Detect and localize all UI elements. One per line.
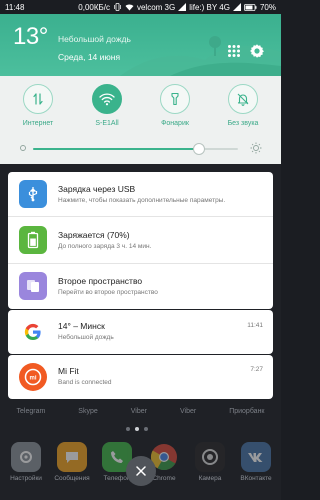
page-dot <box>144 427 148 431</box>
notification-charging-text: До полного заряда 3 ч. 14 мин. <box>58 243 152 250</box>
toggle-grid-button[interactable] <box>227 44 241 58</box>
notification-mi-fit-time: 7:27 <box>250 366 263 373</box>
dock-label-vk: ВКонтакте <box>240 475 272 482</box>
brightness-slider-thumb[interactable] <box>193 143 206 155</box>
wifi-icon <box>99 93 115 106</box>
signal-1-icon <box>178 3 187 11</box>
notification-second-space-text: Перейти во второе пространство <box>58 289 158 296</box>
google-icon <box>19 318 47 346</box>
tile-silent[interactable]: Без звука <box>213 84 273 134</box>
tile-wifi[interactable]: S-E1All <box>77 84 137 134</box>
weather-description: Небольшой дождь <box>58 34 131 44</box>
notification-google-weather-time: 11:41 <box>247 322 263 329</box>
usb-icon <box>19 180 47 208</box>
quick-settings-panel: Интернет S-E1All Фонарик Без звука <box>0 76 281 164</box>
page-indicator <box>126 427 148 431</box>
app-label-viber[interactable]: Viber <box>131 408 147 420</box>
quick-tiles: Интернет S-E1All Фонарик Без звука <box>0 84 281 134</box>
tile-wifi-button[interactable] <box>92 84 122 114</box>
weather-temperature: 13° <box>13 23 48 50</box>
page-dot <box>126 427 130 431</box>
tile-flashlight-button[interactable] <box>160 84 190 114</box>
svg-text:mi: mi <box>29 376 36 382</box>
notification-second-space[interactable]: Второе пространство Перейти во второе пр… <box>8 264 273 309</box>
app-label-telegram[interactable]: Telegram <box>17 408 46 420</box>
dock-app-messages[interactable]: Сообщения <box>54 442 90 492</box>
app-label-priorbank[interactable]: Приорбанк <box>229 408 264 420</box>
notification-usb-text: Нажмите, чтобы показать дополнительные п… <box>58 197 226 204</box>
signal-2-icon <box>232 3 241 11</box>
gear-icon <box>250 44 264 58</box>
home-row-labels: Telegram Skype Viber Viber Приорбанк <box>0 408 281 420</box>
tile-flashlight-label: Фонарик <box>161 120 189 127</box>
dock-label-settings: Настройки <box>10 475 42 482</box>
brightness-high-icon <box>250 142 262 154</box>
dock-app-settings[interactable]: Настройки <box>8 442 44 492</box>
bell-mute-icon <box>237 93 249 106</box>
vk-icon <box>241 442 271 472</box>
notification-second-space-title: Второе пространство <box>58 276 143 286</box>
carrier-2: life:) BY 4G <box>189 2 230 12</box>
grid-icon <box>228 45 240 57</box>
status-bar: 11:48 0,00КБ/с velcom 3G life:) BY 4G 70… <box>0 0 281 14</box>
clear-notifications-button[interactable] <box>126 456 156 486</box>
dock-label-camera: Камера <box>198 475 222 482</box>
notification-mi-fit[interactable]: mi Mi Fit Band is connected 7:27 <box>8 355 273 399</box>
tile-silent-button[interactable] <box>228 84 258 114</box>
dock-label-messages: Сообщения <box>54 475 90 482</box>
notification-google-weather[interactable]: 14° – Минск Небольшой дождь 11:41 <box>8 310 273 354</box>
close-icon <box>136 466 146 476</box>
brightness-slider-fill <box>33 148 200 150</box>
data-transfer-icon <box>33 93 43 105</box>
dock-label-chrome: Chrome <box>152 475 176 482</box>
camera-icon <box>195 442 225 472</box>
brightness-low-icon <box>20 145 26 151</box>
app-label-skype[interactable]: Skype <box>78 408 97 420</box>
notification-usb[interactable]: Зарядка через USB Нажмите, чтобы показат… <box>8 172 273 216</box>
notification-usb-title: Зарядка через USB <box>58 184 136 194</box>
dock-app-vk[interactable]: ВКонтакте <box>238 442 274 492</box>
wifi-status-icon <box>125 3 134 11</box>
carrier-1: velcom 3G <box>136 2 176 12</box>
notification-charging[interactable]: Заряжается (70%) До полного заряда 3 ч. … <box>8 217 273 263</box>
tile-silent-label: Без звука <box>227 120 259 127</box>
tile-flashlight[interactable]: Фонарик <box>145 84 205 134</box>
battery-icon <box>19 226 47 254</box>
notification-mi-fit-text: Band is connected <box>58 379 112 386</box>
status-indicators: 0,00КБ/с velcom 3G life:) BY 4G 70% <box>78 3 276 12</box>
settings-button[interactable] <box>249 43 265 59</box>
page-dot-active <box>135 427 139 431</box>
brightness-control <box>0 138 281 158</box>
status-time: 11:48 <box>5 2 25 12</box>
notification-google-weather-text: Небольшой дождь <box>58 334 114 341</box>
notification-charging-title: Заряжается (70%) <box>58 230 130 240</box>
tile-internet-label: Интернет <box>22 120 54 127</box>
battery-percent: 70% <box>259 2 276 12</box>
vibrate-icon <box>113 3 122 11</box>
tile-internet[interactable]: Интернет <box>8 84 68 134</box>
notification-google-weather-title: 14° – Минск <box>58 321 105 331</box>
messages-icon <box>57 442 87 472</box>
flashlight-icon <box>171 92 179 106</box>
dock-app-camera[interactable]: Камера <box>192 442 228 492</box>
settings-icon <box>11 442 41 472</box>
weather-date: Среда, 14 июня <box>58 52 121 62</box>
tile-internet-button[interactable] <box>23 84 53 114</box>
second-space-icon <box>19 272 47 300</box>
weather-header[interactable]: 13° Небольшой дождь Среда, 14 июня <box>0 14 281 76</box>
mi-fit-icon: mi <box>19 363 47 391</box>
battery-status-icon <box>244 3 257 11</box>
notification-mi-fit-title: Mi Fit <box>58 366 79 376</box>
net-speed: 0,00КБ/с <box>78 2 110 12</box>
brightness-slider[interactable] <box>33 143 238 155</box>
tile-wifi-label: S-E1All <box>95 120 119 127</box>
app-label-viber-2[interactable]: Viber <box>180 408 196 420</box>
